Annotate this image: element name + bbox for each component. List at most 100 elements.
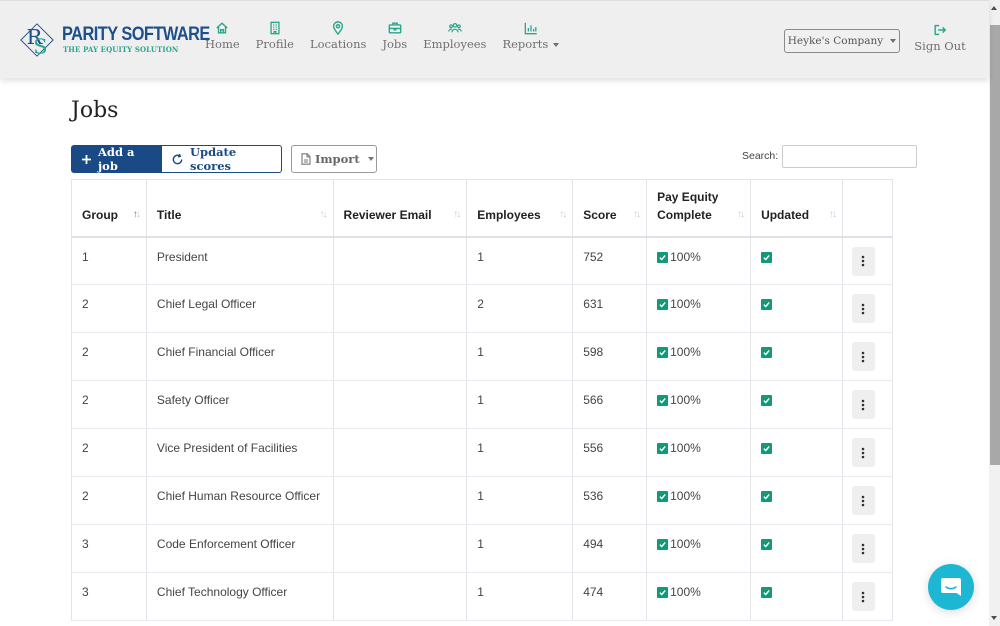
scrollbar-thumb[interactable] [990,25,1000,465]
cell-group: 2 [71,284,147,333]
sort-icon: ↑↓ [828,208,837,220]
nav-item-home[interactable]: Home [205,21,240,51]
column-header-updated[interactable]: Updated ↑↓ [750,179,843,238]
add-job-button[interactable]: Add a job [71,145,162,173]
checkbox-checked-icon [657,491,669,502]
cell-updated [750,236,843,285]
table-row[interactable]: 2 Vice President of Facilities 1 556 100… [71,428,894,477]
cell-score: 631 [572,284,648,333]
table-row[interactable]: 1 President 1 752 100% [71,236,894,285]
kebab-menu-icon [862,495,865,506]
table-row[interactable]: 3 Code Enforcement Officer 1 494 100% [71,524,894,573]
home-icon [215,21,229,35]
add-job-label: Add a job [98,145,135,173]
cell-pay-equity-complete: 100% [646,476,752,525]
cell-pay-equity-complete: 100% [646,380,752,429]
sort-icon: ↑↓ [319,208,328,220]
checkbox-checked-icon [761,347,773,358]
page-scrollbar[interactable] [989,0,1000,626]
checkbox-checked-icon [657,587,669,598]
column-header-score[interactable]: Score ↑↓ [572,179,648,238]
cell-pay-equity-complete: 100% [646,332,752,381]
cell-reviewer-email [332,524,468,573]
row-actions-button[interactable] [851,294,875,323]
cell-score: 474 [572,572,648,621]
brand-logo[interactable]: R S PARITY SOFTWARE THE PAY EQUITY SOLUT… [18,19,210,61]
cell-employees: 2 [466,284,574,333]
row-actions-button[interactable] [851,438,875,467]
cell-actions [841,428,894,477]
sort-icon: ↑↓ [559,208,567,220]
nav-item-jobs[interactable]: Jobs [382,21,407,51]
table-row[interactable]: 2 Chief Financial Officer 1 598 100% [71,332,894,381]
checkbox-checked-icon [657,251,669,263]
cell-title: Chief Technology Officer [145,572,334,621]
column-header-pay-equity-complete[interactable]: Pay Equity Complete ↑↓ [646,179,752,238]
checkbox-checked-icon [761,539,773,550]
sort-icon: ↑↓ [633,208,641,220]
row-actions-button[interactable] [851,582,875,611]
pay-equity-percent: 100% [670,249,701,264]
reports-label: Reports [502,37,549,51]
cell-reviewer-email [332,380,468,429]
nav-item-reports[interactable]: Reports [502,21,560,51]
checkbox-checked-icon [657,347,669,358]
nav-item-locations[interactable]: Locations [310,21,366,51]
table-row[interactable]: 2 Chief Legal Officer 2 631 100% [71,284,894,333]
scroll-up-arrow-icon[interactable] [991,6,997,10]
nav-item-employees[interactable]: Employees [423,21,486,51]
column-label: Employees [477,207,541,222]
row-actions-button[interactable] [851,534,875,563]
cell-reviewer-email [332,572,468,621]
cell-title: Safety Officer [145,380,334,429]
column-header-employees[interactable]: Employees ↑↓ [466,179,574,238]
caret-down-icon [367,157,374,161]
update-scores-button[interactable]: Update scores [162,145,282,173]
checkbox-checked-icon [657,443,669,454]
cell-updated [750,428,843,477]
cell-score: 598 [572,332,648,381]
column-header-title[interactable]: Title ↑↓ [145,179,334,238]
cell-actions [841,476,894,525]
kebab-menu-icon [862,255,865,267]
cell-employees: 1 [466,572,574,621]
import-dropdown-button[interactable]: Import [291,145,377,173]
cell-actions [841,332,894,381]
cell-reviewer-email [332,476,468,525]
kebab-menu-icon [862,543,865,554]
row-actions-button[interactable] [851,486,875,515]
search-label: Search: [742,150,779,162]
pay-equity-percent: 100% [670,393,701,407]
cell-group: 1 [71,236,147,285]
sign-out-button[interactable]: Sign Out [914,23,966,53]
cell-employees: 1 [466,524,574,573]
table-row[interactable]: 2 Chief Human Resource Officer 1 536 100… [71,476,894,525]
checkbox-checked-icon [657,299,669,310]
scroll-down-arrow-icon[interactable] [991,616,997,620]
company-select[interactable]: Heyke's Company [784,29,900,53]
row-actions-button[interactable] [851,246,875,276]
nav-label: Home [205,37,240,51]
row-actions-button[interactable] [851,342,875,371]
cell-pay-equity-complete: 100% [646,428,752,477]
cell-updated [750,332,843,381]
cell-employees: 1 [466,428,574,477]
row-actions-button[interactable] [851,390,875,419]
cell-title: Vice President of Facilities [145,428,334,477]
main-nav: Home Profile Locations Jobs Employees Re… [205,21,575,51]
column-header-reviewer-email[interactable]: Reviewer Email ↑↓ [332,179,468,238]
checkbox-checked-icon [761,395,773,406]
nav-item-profile[interactable]: Profile [256,21,294,51]
sort-icon: ↑↓ [453,208,461,220]
briefcase-icon [388,21,402,35]
column-header-group[interactable]: Group ↑↓ [71,179,147,238]
table-row[interactable]: 2 Safety Officer 1 566 100% [71,380,894,429]
pay-equity-percent: 100% [670,441,701,455]
chat-launcher-button[interactable] [928,564,974,610]
kebab-menu-icon [862,399,865,410]
search-input[interactable] [782,145,917,168]
sign-out-label: Sign Out [914,39,966,53]
column-label: Pay Equity Complete [657,189,719,222]
refresh-icon [171,153,184,166]
table-row[interactable]: 3 Chief Technology Officer 1 474 100% [71,572,894,621]
